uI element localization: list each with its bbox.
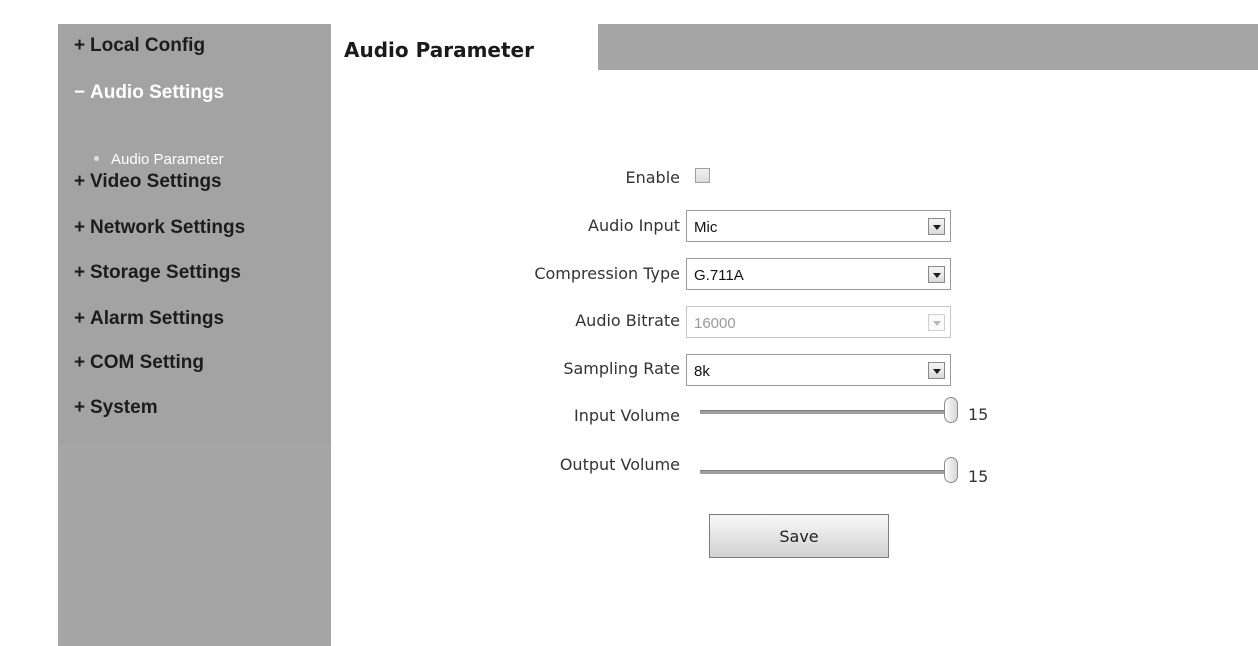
sidebar-item-audio-settings[interactable]: − Audio Settings: [74, 82, 224, 104]
sidebar-item-label: Alarm Settings: [90, 308, 225, 329]
compression-type-label: Compression Type: [534, 264, 680, 283]
chevron-down-icon[interactable]: [928, 218, 945, 235]
input-volume-handle[interactable]: [944, 397, 958, 423]
sidebar-item-com-setting[interactable]: + COM Setting: [74, 352, 204, 374]
sidebar-menu: + Local Config − Audio Settings Audio Para…: [58, 24, 331, 444]
audio-input-label: Audio Input: [588, 216, 680, 235]
sidebar-item-network-settings[interactable]: + Network Settings: [74, 217, 245, 239]
tab-audio-parameter[interactable]: Audio Parameter: [331, 24, 598, 71]
sidebar-item-alarm-settings[interactable]: + Alarm Settings: [74, 308, 224, 330]
sidebar-item-label: Video Settings: [90, 171, 222, 192]
expand-plus-icon: +: [74, 217, 86, 238]
output-volume-label: Output Volume: [559, 455, 680, 474]
sidebar-item-label: Audio Settings: [90, 82, 225, 103]
chevron-down-icon: [928, 314, 945, 331]
compression-type-value: G.711A: [694, 267, 744, 284]
sidebar-item-storage-settings[interactable]: + Storage Settings: [74, 262, 241, 284]
sampling-rate-value: 8k: [694, 363, 710, 380]
sidebar-item-label: System: [90, 397, 158, 418]
top-strip: [0, 0, 1258, 8]
sidebar-subitem-label: Audio Parameter: [111, 151, 224, 168]
expand-plus-icon: +: [74, 308, 86, 329]
audio-bitrate-label: Audio Bitrate: [575, 311, 680, 330]
sidebar-item-label: Local Config: [90, 35, 206, 56]
audio-input-value: Mic: [694, 219, 718, 236]
expand-plus-icon: +: [74, 35, 86, 56]
input-volume-value: 15: [968, 405, 989, 424]
sampling-rate-label: Sampling Rate: [563, 359, 680, 378]
compression-type-select[interactable]: G.711A: [686, 258, 951, 290]
output-volume-slider[interactable]: [700, 470, 952, 474]
collapse-minus-icon: −: [74, 82, 86, 103]
audio-bitrate-select: 16000: [686, 306, 951, 338]
output-volume-handle[interactable]: [944, 457, 958, 483]
expand-plus-icon: +: [74, 171, 86, 192]
enable-checkbox[interactable]: [695, 168, 710, 183]
input-volume-label: Input Volume: [573, 406, 680, 425]
expand-plus-icon: +: [74, 352, 86, 373]
sidebar-item-video-settings[interactable]: + Video Settings: [74, 171, 222, 193]
page-title: Audio Parameter: [344, 38, 534, 62]
sidebar-item-label: Network Settings: [90, 217, 246, 238]
chevron-down-icon[interactable]: [928, 362, 945, 379]
expand-plus-icon: +: [74, 262, 86, 283]
sidebar-item-label: Storage Settings: [90, 262, 241, 283]
sidebar-item-local-config[interactable]: + Local Config: [74, 35, 205, 57]
chevron-down-icon[interactable]: [928, 266, 945, 283]
sidebar: + Local Config − Audio Settings Audio Para…: [58, 24, 331, 646]
sidebar-item-label: COM Setting: [90, 352, 204, 373]
sidebar-item-system[interactable]: + System: [74, 397, 158, 419]
save-button[interactable]: Save: [709, 514, 889, 558]
output-volume-value: 15: [968, 467, 989, 486]
sidebar-subitem-audio-parameter[interactable]: Audio Parameter: [94, 151, 224, 168]
bullet-icon: [94, 155, 99, 161]
audio-bitrate-value: 16000: [694, 315, 736, 332]
input-volume-slider[interactable]: [700, 410, 952, 414]
expand-plus-icon: +: [74, 397, 86, 418]
enable-label: Enable: [625, 168, 681, 187]
sampling-rate-select[interactable]: 8k: [686, 354, 951, 386]
audio-input-select[interactable]: Mic: [686, 210, 951, 242]
